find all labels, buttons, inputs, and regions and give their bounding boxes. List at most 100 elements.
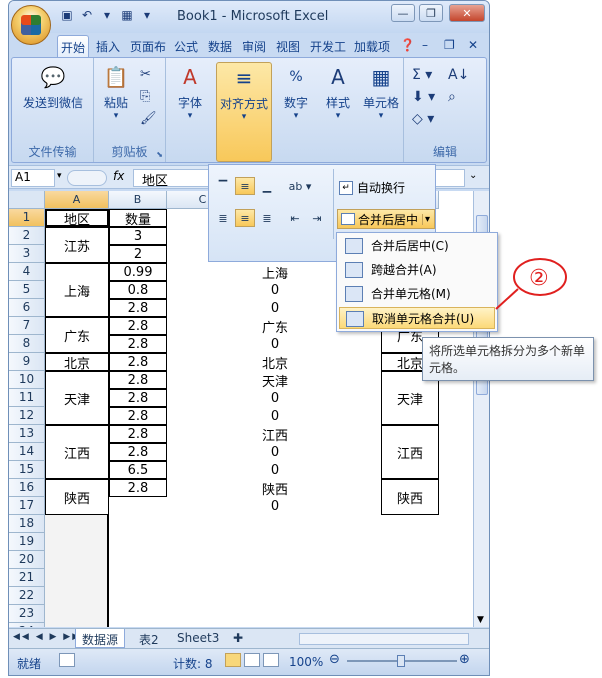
cell-d17[interactable]: 0 <box>239 497 311 515</box>
cell-d13[interactable]: 江西 <box>239 425 311 444</box>
cell-d4[interactable]: 上海 <box>239 263 311 282</box>
save-icon[interactable]: ▣ <box>59 7 75 23</box>
copy-icon[interactable]: ⎘ <box>140 86 157 108</box>
dialog-launcher-icon[interactable]: ⬊ <box>156 150 163 159</box>
row-header-8[interactable]: 8 <box>9 335 45 353</box>
cell-d12[interactable]: 0 <box>239 407 311 425</box>
normal-view-icon[interactable] <box>225 653 241 667</box>
expand-icon[interactable]: ⌄ <box>469 170 477 181</box>
zoom-slider-thumb[interactable] <box>397 655 405 667</box>
merge-dropdown-icon[interactable]: ▾ <box>422 213 430 225</box>
align-center-icon[interactable]: ≡ <box>235 209 255 227</box>
align-right-icon[interactable]: ≣ <box>257 209 277 227</box>
cell-d6[interactable]: 0 <box>239 299 311 317</box>
cell-d15[interactable]: 0 <box>239 461 311 479</box>
merged-cell-a[interactable]: 陕西 <box>45 479 109 515</box>
menu-item-merge-across[interactable]: 跨越合并(A) <box>339 259 495 281</box>
cell-d8[interactable]: 0 <box>239 335 311 353</box>
row-header-4[interactable]: 4 <box>9 263 45 281</box>
row-header-19[interactable]: 19 <box>9 533 45 551</box>
row-header-23[interactable]: 23 <box>9 605 45 623</box>
align-bottom-icon[interactable]: ▁ <box>257 177 277 195</box>
close-button[interactable]: ✕ <box>449 4 485 22</box>
cut-icon[interactable]: ✂ <box>140 64 157 86</box>
merged-cell-f[interactable]: 江西 <box>381 425 439 479</box>
row-header-12[interactable]: 12 <box>9 407 45 425</box>
sheet-nav-icon[interactable]: ◀◀ ◀ ▶ ▶▶ <box>13 632 81 642</box>
sort-filter-icon[interactable]: A↓ <box>448 64 469 86</box>
orientation-icon[interactable]: ab ▾ <box>285 177 315 195</box>
align-top-icon[interactable]: ▔ <box>213 177 233 195</box>
column-header-a[interactable]: A <box>45 191 109 209</box>
zoom-in-icon[interactable]: ⊕ <box>459 652 470 667</box>
fill-icon[interactable]: ⬇ ▾ <box>412 86 435 108</box>
grid-icon[interactable]: ▦ <box>119 7 135 23</box>
merged-cell-a[interactable]: 上海 <box>45 263 109 317</box>
row-header-20[interactable]: 20 <box>9 551 45 569</box>
cell-d16[interactable]: 陕西 <box>239 479 311 498</box>
cell-b15[interactable]: 6.5 <box>109 461 167 479</box>
align-middle-icon[interactable]: ≡ <box>235 177 255 195</box>
insert-function-button[interactable]: fx <box>113 169 124 183</box>
paste-button[interactable]: 📋 粘贴 ▾ <box>98 62 134 121</box>
number-button[interactable]: % 数字 ▾ <box>278 62 314 121</box>
merged-cell-a[interactable]: 广东 <box>45 317 109 353</box>
cell-b9[interactable]: 2.8 <box>109 353 167 371</box>
cell-d7[interactable]: 广东 <box>239 317 311 336</box>
office-button[interactable] <box>11 5 51 45</box>
zoom-level[interactable]: 100% <box>289 655 323 669</box>
row-header-21[interactable]: 21 <box>9 569 45 587</box>
cell-b3[interactable]: 2 <box>109 245 167 263</box>
restore-button[interactable]: ❐ <box>419 4 443 22</box>
page-layout-view-icon[interactable] <box>244 653 260 667</box>
font-button[interactable]: A 字体 ▾ <box>172 62 208 121</box>
row-header-5[interactable]: 5 <box>9 281 45 299</box>
menu-item-unmerge[interactable]: 取消单元格合并(U) <box>339 307 495 329</box>
merge-center-button[interactable]: 合并后居中 ▾ <box>337 209 435 229</box>
cell-b12[interactable]: 2.8 <box>109 407 167 425</box>
merged-cell-a[interactable]: 江苏 <box>45 227 109 263</box>
row-header-14[interactable]: 14 <box>9 443 45 461</box>
cell-d11[interactable]: 0 <box>239 389 311 407</box>
cell-b2[interactable]: 3 <box>109 227 167 245</box>
tab-developer[interactable]: 开发工 <box>307 35 349 57</box>
merged-cell-f[interactable]: 陕西 <box>381 479 439 515</box>
tab-formulas[interactable]: 公式 <box>171 35 201 57</box>
format-painter-icon[interactable]: 🖌 <box>140 108 157 130</box>
send-to-wechat-button[interactable]: 💬 发送到微信 <box>16 62 90 111</box>
find-select-icon[interactable]: ⌕ <box>448 86 469 108</box>
ribbon-restore-icon[interactable]: ❐ <box>441 35 458 57</box>
autosum-icon[interactable]: Σ ▾ <box>412 64 435 86</box>
name-box[interactable]: A1 <box>11 169 55 187</box>
minimize-button[interactable]: — <box>391 4 415 22</box>
merged-cell-a[interactable]: 江西 <box>45 425 109 479</box>
decrease-indent-icon[interactable]: ⇤ <box>285 209 305 227</box>
row-header-10[interactable]: 10 <box>9 371 45 389</box>
cell-d9[interactable]: 北京 <box>239 353 311 372</box>
column-header-b[interactable]: B <box>109 191 167 209</box>
styles-button[interactable]: A 样式 ▾ <box>320 62 356 121</box>
page-break-view-icon[interactable] <box>263 653 279 667</box>
cell-b4[interactable]: 0.99 <box>109 263 167 281</box>
row-header-6[interactable]: 6 <box>9 299 45 317</box>
cell-b5[interactable]: 0.8 <box>109 281 167 299</box>
merged-cell-a[interactable]: 北京 <box>45 353 109 372</box>
resize-handle[interactable] <box>67 170 107 186</box>
tab-home[interactable]: 开始 <box>57 35 90 57</box>
row-header-18[interactable]: 18 <box>9 515 45 533</box>
sheet-tab-sheet3[interactable]: Sheet3 <box>171 629 225 648</box>
row-header-16[interactable]: 16 <box>9 479 45 497</box>
cell-d14[interactable]: 0 <box>239 443 311 461</box>
cell-b6[interactable]: 2.8 <box>109 299 167 317</box>
chevron-down-icon[interactable]: ▾ <box>57 171 62 181</box>
tab-data[interactable]: 数据 <box>205 35 235 57</box>
row-header-15[interactable]: 15 <box>9 461 45 479</box>
redo-icon[interactable]: ▾ <box>99 7 115 23</box>
cell-d10[interactable]: 天津 <box>239 371 311 390</box>
insert-sheet-icon[interactable]: ✚ <box>227 629 249 648</box>
cell-a1[interactable]: 地区 <box>45 209 109 228</box>
cell-b8[interactable]: 2.8 <box>109 335 167 353</box>
cell-b16[interactable]: 2.8 <box>109 479 167 497</box>
ribbon-close-icon[interactable]: ✕ <box>465 35 481 57</box>
cell-d5[interactable]: 0 <box>239 281 311 299</box>
